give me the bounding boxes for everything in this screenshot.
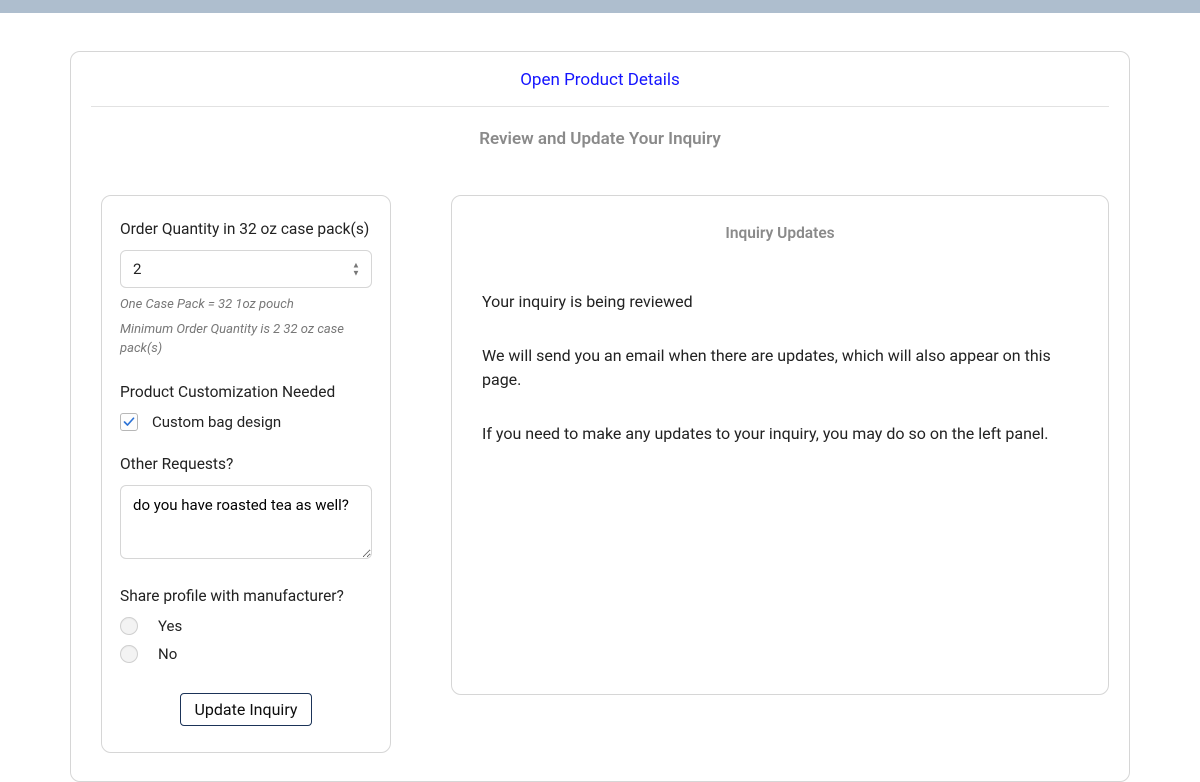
share-yes-radio[interactable] bbox=[120, 617, 138, 635]
open-product-details-link[interactable]: Open Product Details bbox=[520, 70, 680, 90]
quantity-help-1: One Case Pack = 32 1oz pouch bbox=[120, 296, 372, 315]
quantity-stepper[interactable]: ▲ ▼ bbox=[352, 262, 366, 277]
custom-bag-label: Custom bag design bbox=[152, 413, 281, 431]
other-requests-textarea[interactable] bbox=[120, 485, 372, 559]
submit-wrap: Update Inquiry bbox=[120, 693, 372, 726]
share-profile-group: Share profile with manufacturer? Yes No bbox=[120, 587, 372, 663]
updates-line-3: If you need to make any updates to your … bbox=[482, 422, 1078, 446]
inquiry-updates-panel: Inquiry Updates Your inquiry is being re… bbox=[451, 195, 1109, 695]
share-no-label: No bbox=[158, 645, 177, 663]
updates-title: Inquiry Updates bbox=[482, 224, 1078, 242]
quantity-label: Order Quantity in 32 oz case pack(s) bbox=[120, 220, 372, 238]
content-columns: Order Quantity in 32 oz case pack(s) ▲ ▼… bbox=[91, 195, 1109, 753]
quantity-input-wrap: ▲ ▼ bbox=[120, 250, 372, 288]
custom-bag-checkbox[interactable] bbox=[120, 413, 138, 431]
page-title: Review and Update Your Inquiry bbox=[91, 129, 1109, 149]
other-requests-group: Other Requests? bbox=[120, 455, 372, 563]
share-yes-row: Yes bbox=[120, 617, 372, 635]
inquiry-form-panel: Order Quantity in 32 oz case pack(s) ▲ ▼… bbox=[101, 195, 391, 753]
quantity-input[interactable] bbox=[120, 250, 372, 288]
share-yes-label: Yes bbox=[158, 617, 182, 635]
top-strip bbox=[0, 0, 1200, 13]
update-inquiry-button[interactable]: Update Inquiry bbox=[180, 693, 313, 726]
quantity-group: Order Quantity in 32 oz case pack(s) ▲ ▼… bbox=[120, 220, 372, 359]
other-requests-label: Other Requests? bbox=[120, 455, 372, 473]
custom-bag-row: Custom bag design bbox=[120, 413, 372, 431]
updates-line-1: Your inquiry is being reviewed bbox=[482, 290, 1078, 314]
chevron-down-icon: ▼ bbox=[352, 270, 366, 277]
quantity-help-2: Minimum Order Quantity is 2 32 oz case p… bbox=[120, 321, 372, 359]
chevron-up-icon: ▲ bbox=[352, 262, 366, 269]
customization-group: Product Customization Needed Custom bag … bbox=[120, 383, 372, 431]
main-card: Open Product Details Review and Update Y… bbox=[70, 51, 1130, 782]
updates-line-2: We will send you an email when there are… bbox=[482, 344, 1078, 392]
check-icon bbox=[123, 416, 135, 428]
share-no-row: No bbox=[120, 645, 372, 663]
product-link-container: Open Product Details bbox=[91, 52, 1109, 107]
share-no-radio[interactable] bbox=[120, 645, 138, 663]
share-profile-label: Share profile with manufacturer? bbox=[120, 587, 372, 605]
customization-label: Product Customization Needed bbox=[120, 383, 372, 401]
